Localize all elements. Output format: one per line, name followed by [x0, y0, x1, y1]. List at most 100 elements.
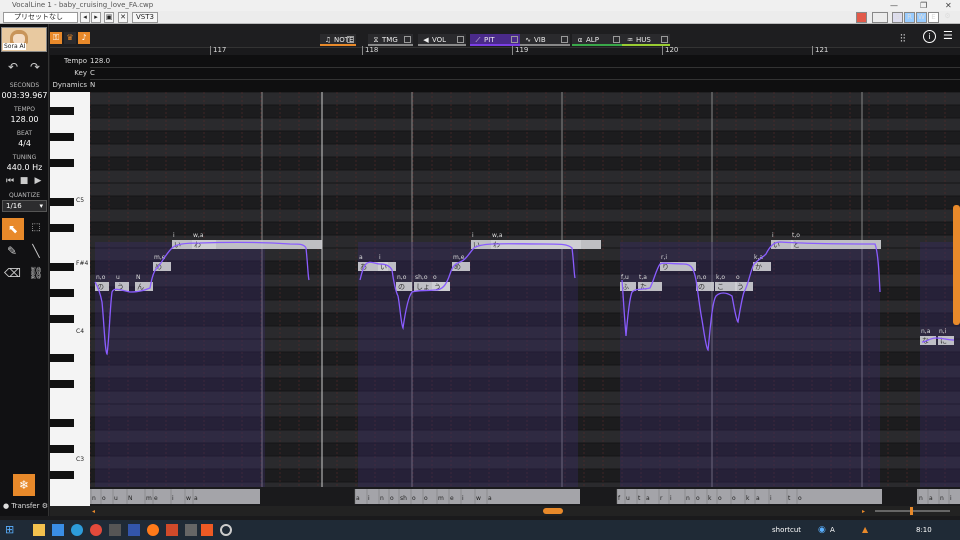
pencil-icon[interactable]: ✎: [4, 244, 20, 258]
piano-black-key[interactable]: [50, 159, 74, 167]
phoneme[interactable]: o: [696, 495, 700, 502]
file-explorer-icon[interactable]: [33, 524, 45, 536]
redo-icon[interactable]: ↷: [28, 60, 42, 74]
phoneme[interactable]: e: [154, 495, 158, 502]
undo-icon[interactable]: ↶: [6, 60, 20, 74]
dynamics-track-value[interactable]: N: [90, 80, 95, 91]
app-icon-7[interactable]: [220, 524, 232, 536]
piano-black-key[interactable]: [50, 380, 74, 388]
phoneme[interactable]: a: [646, 495, 650, 502]
piano-black-key[interactable]: [50, 263, 74, 271]
tray-icon[interactable]: ▲: [862, 525, 868, 534]
phoneme[interactable]: a: [356, 495, 360, 502]
network-icon[interactable]: ◉: [818, 525, 826, 535]
tab-pit[interactable]: ⟋ PIT: [470, 34, 520, 46]
piano-black-key[interactable]: [50, 354, 74, 362]
stop-icon[interactable]: ■: [18, 176, 30, 186]
phoneme[interactable]: o: [390, 495, 394, 502]
snap-s-button[interactable]: S: [892, 12, 903, 23]
windows-start-icon[interactable]: ⊞: [5, 524, 17, 536]
bottom-scrollbar[interactable]: ◂ ▸: [50, 506, 960, 516]
note-lyric[interactable]: た: [640, 283, 647, 291]
piano-black-key[interactable]: [50, 419, 74, 427]
zoom-slider-thumb[interactable]: [910, 507, 913, 515]
range-select-icon[interactable]: ⬚: [28, 222, 44, 233]
phoneme[interactable]: n: [919, 495, 923, 502]
tab-toggle-checkbox[interactable]: [347, 36, 354, 43]
app-icon-5[interactable]: [185, 524, 197, 536]
tab-toggle-checkbox[interactable]: [404, 36, 411, 43]
close-window-icon[interactable]: ✕: [945, 0, 952, 11]
tab-vib[interactable]: ∿ VIB: [520, 34, 570, 46]
settings-gear-icon[interactable]: ⚙: [942, 12, 953, 23]
quantize-select[interactable]: 1/16 ▾: [2, 200, 47, 212]
phoneme[interactable]: u: [114, 495, 118, 502]
shortcut-label[interactable]: shortcut: [772, 526, 801, 534]
piano-black-key[interactable]: [50, 107, 74, 115]
crown-icon[interactable]: ♛: [64, 32, 76, 44]
phoneme[interactable]: o: [424, 495, 428, 502]
character-avatar[interactable]: Sora AI: [1, 27, 47, 52]
note-lyric[interactable]: わ: [493, 241, 500, 249]
phoneme[interactable]: o: [732, 495, 736, 502]
transfer-gear-icon[interactable]: ⚙: [42, 502, 48, 510]
mixer-icon[interactable]: ⫶⫶: [900, 32, 906, 46]
note-lyric[interactable]: しょ: [416, 283, 430, 291]
vertical-scroll-thumb[interactable]: [953, 205, 960, 325]
phoneme-segment[interactable]: [617, 489, 882, 504]
phoneme[interactable]: e: [450, 495, 454, 502]
tab-toggle-checkbox[interactable]: [613, 36, 620, 43]
phoneme[interactable]: m: [438, 495, 444, 502]
note-grid[interactable]: n,o の u う N ん m,e め i い w,a わ a あ i い n,o の sh,o しょ o う m,e め i い…: [90, 92, 960, 506]
phoneme[interactable]: m: [146, 495, 152, 502]
phoneme[interactable]: sh: [400, 495, 407, 502]
phoneme[interactable]: a: [194, 495, 198, 502]
firefox-icon[interactable]: [147, 524, 159, 536]
tab-tmg[interactable]: ⧖ TMG: [368, 34, 413, 46]
next-preset-button[interactable]: ▸: [91, 12, 101, 23]
phoneme[interactable]: a: [488, 495, 492, 502]
piano-black-key[interactable]: [50, 198, 74, 206]
lock-icon[interactable]: ⚿: [50, 32, 62, 44]
menu-icon[interactable]: ☰: [943, 29, 953, 42]
ime-indicator[interactable]: A: [830, 526, 835, 534]
phoneme[interactable]: k: [746, 495, 750, 502]
phoneme[interactable]: o: [798, 495, 802, 502]
scroll-right-icon[interactable]: ▸: [862, 508, 865, 515]
phoneme[interactable]: k: [708, 495, 712, 502]
prev-preset-button[interactable]: ◂: [80, 12, 90, 23]
app-icon-6[interactable]: [201, 524, 213, 536]
preset-select[interactable]: プリセットなし: [3, 12, 78, 23]
snap-w-button[interactable]: W: [916, 12, 927, 23]
app-icon-2[interactable]: [109, 524, 121, 536]
tab-toggle-checkbox[interactable]: [661, 36, 668, 43]
freeze-icon[interactable]: ❄: [13, 474, 35, 496]
note-lyric[interactable]: の: [698, 283, 705, 291]
piano-black-key[interactable]: [50, 471, 74, 479]
info-icon[interactable]: i: [923, 30, 936, 43]
snap-r-button[interactable]: R: [904, 12, 915, 23]
note-lyric[interactable]: う: [737, 283, 744, 291]
tab-alp[interactable]: α ALP: [572, 34, 622, 46]
tempo-track-value[interactable]: 128.0: [90, 56, 110, 67]
note-lyric[interactable]: り: [662, 263, 669, 271]
app-icon-1[interactable]: [52, 524, 64, 536]
phoneme[interactable]: a: [756, 495, 760, 502]
minimize-icon[interactable]: —: [890, 0, 898, 11]
transfer-toggle[interactable]: ● Transfer ⚙: [3, 502, 48, 510]
select-tool-icon[interactable]: ⬉: [2, 218, 24, 240]
phoneme[interactable]: w: [476, 495, 481, 502]
phoneme[interactable]: u: [626, 495, 630, 502]
vst-select[interactable]: VST3: [132, 12, 158, 23]
key-track-value[interactable]: C: [90, 68, 95, 79]
tab-hus[interactable]: ♒ HUS: [622, 34, 670, 46]
piano-black-key[interactable]: [50, 289, 74, 297]
tab-toggle-checkbox[interactable]: [561, 36, 568, 43]
phoneme[interactable]: n: [940, 495, 944, 502]
delete-preset-button[interactable]: ✕: [118, 12, 128, 23]
rewind-icon[interactable]: ⏮: [4, 176, 16, 186]
phoneme[interactable]: n: [686, 495, 690, 502]
edge-icon[interactable]: [71, 524, 83, 536]
app-icon-3[interactable]: [128, 524, 140, 536]
phoneme[interactable]: a: [929, 495, 933, 502]
